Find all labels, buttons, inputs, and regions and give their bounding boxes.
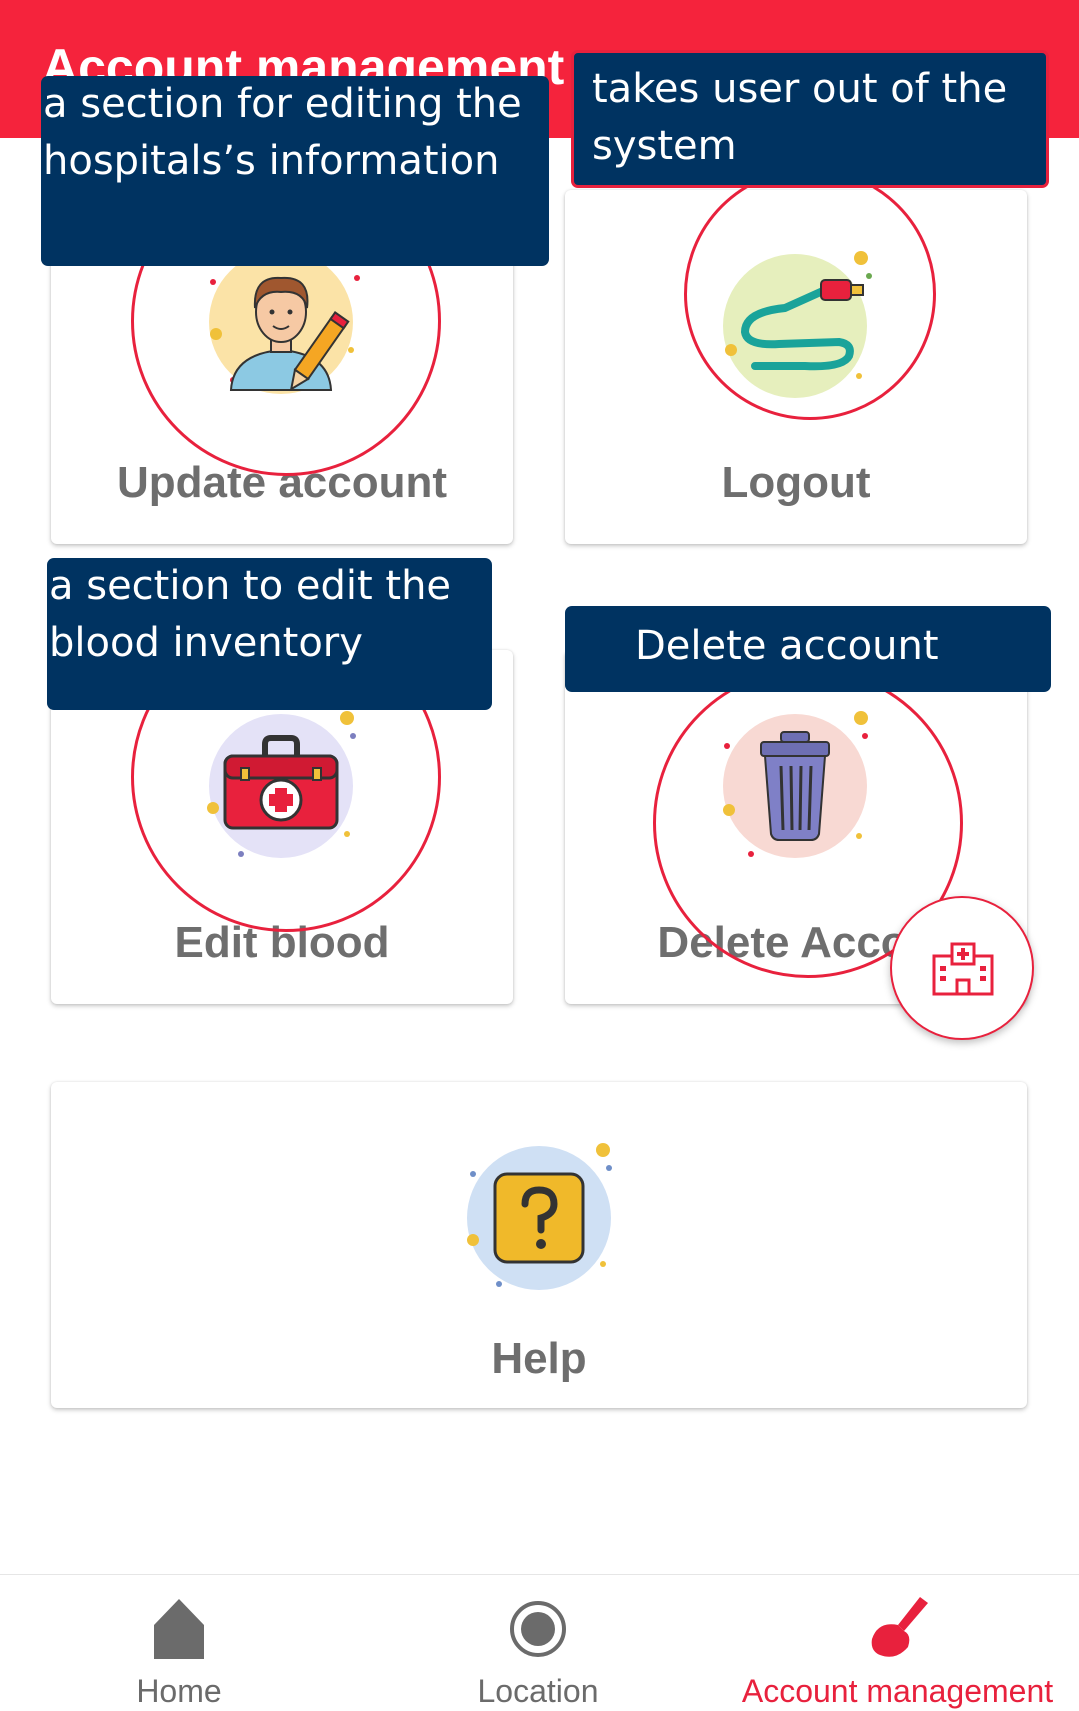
help-card[interactable]: Help	[51, 1082, 1027, 1408]
medical-kit-icon	[207, 711, 356, 858]
logout-card[interactable]: Logout	[565, 190, 1027, 544]
question-icon	[467, 1143, 612, 1290]
annotation-delete: Delete account	[565, 606, 1051, 692]
bottom-navigation: Home Location Account management	[0, 1574, 1079, 1711]
annotation-logout: takes user out of the system	[571, 50, 1049, 188]
user-edit-icon	[209, 250, 360, 394]
trash-can-icon	[723, 711, 868, 858]
help-label: Help	[491, 1334, 587, 1383]
hospital-icon	[932, 942, 994, 996]
annotation-edit-blood: a section to edit the blood inventory	[47, 558, 492, 710]
nav-item-account-management[interactable]: Account management	[720, 1575, 1075, 1711]
nav-label-account-management: Account management	[741, 1673, 1054, 1709]
edit-blood-label: Edit blood	[174, 918, 390, 967]
nav-label-home: Home	[136, 1673, 222, 1709]
cable-plug-icon	[723, 251, 872, 398]
annotation-update: a section for editing the hospitals’s in…	[41, 76, 549, 266]
hospital-fab-button[interactable]	[890, 896, 1034, 1040]
home-icon	[154, 1599, 204, 1659]
account-brush-icon	[871, 1597, 928, 1657]
nav-item-home[interactable]: Home	[80, 1575, 278, 1711]
nav-label-location: Location	[477, 1673, 599, 1709]
nav-item-location[interactable]: Location	[440, 1575, 636, 1711]
logout-label: Logout	[721, 458, 871, 507]
update-account-label: Update account	[116, 458, 448, 507]
location-target-icon	[510, 1601, 566, 1657]
